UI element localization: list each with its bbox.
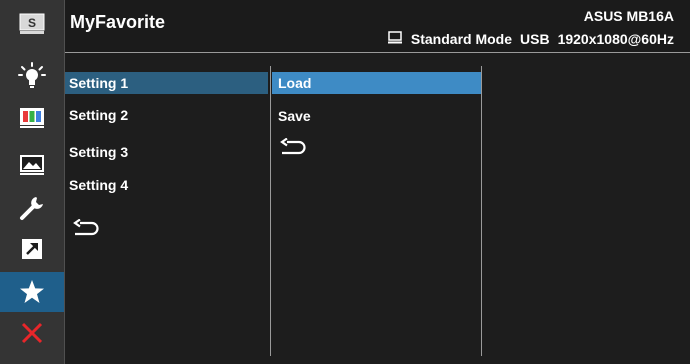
monitor-icon [387, 31, 402, 47]
shortcut-icon [22, 239, 42, 259]
setting-3-item[interactable]: Setting 3 [65, 141, 268, 163]
exit-icon [21, 322, 43, 344]
sidebar-item-exit[interactable] [0, 313, 64, 353]
status-bar: Standard Mode USB 1920x1080@60Hz [387, 31, 674, 47]
sidebar-item-shortcut[interactable] [0, 229, 64, 269]
sidebar-item-splendid[interactable]: S [0, 4, 64, 44]
back-icon[interactable] [72, 218, 100, 246]
blue-light-filter-icon [18, 62, 46, 88]
sidebar-item-image[interactable] [0, 145, 64, 185]
page-title: MyFavorite [70, 12, 166, 32]
splendid-icon: S [19, 13, 45, 34]
actions-list: Load Save [272, 53, 481, 364]
osd-menu: S MyFavorite ASUS MB16A Standard Mode US… [0, 0, 690, 364]
resolution: 1920x1080@60Hz [557, 31, 674, 47]
main-menu-sidebar: S [0, 0, 65, 364]
color-icon [20, 108, 44, 128]
input-source: USB [520, 31, 550, 47]
back-icon[interactable] [279, 137, 307, 165]
image-icon [20, 155, 44, 175]
load-button[interactable]: Load [272, 72, 481, 94]
svg-text:S: S [28, 16, 36, 30]
settings-list: Setting 1 Setting 2 Setting 3 Setting 4 [65, 53, 270, 364]
monitor-model: ASUS MB16A [583, 8, 674, 24]
current-mode: Standard Mode [410, 31, 513, 47]
setting-4-item[interactable]: Setting 4 [65, 174, 268, 196]
setting-2-item[interactable]: Setting 2 [65, 104, 268, 126]
column-divider [270, 66, 271, 356]
save-button[interactable]: Save [272, 105, 481, 127]
sidebar-item-blue-light-filter[interactable] [0, 55, 64, 95]
column-divider [481, 66, 482, 356]
system-setup-icon [20, 197, 43, 220]
sidebar-item-color[interactable] [0, 98, 64, 138]
sidebar-item-system-setup[interactable] [0, 188, 64, 228]
osd-header: MyFavorite ASUS MB16A Standard Mode USB … [65, 0, 690, 53]
sidebar-item-myfavorite[interactable] [0, 272, 64, 312]
setting-1-item[interactable]: Setting 1 [65, 72, 268, 94]
myfavorite-star-icon [20, 280, 44, 303]
